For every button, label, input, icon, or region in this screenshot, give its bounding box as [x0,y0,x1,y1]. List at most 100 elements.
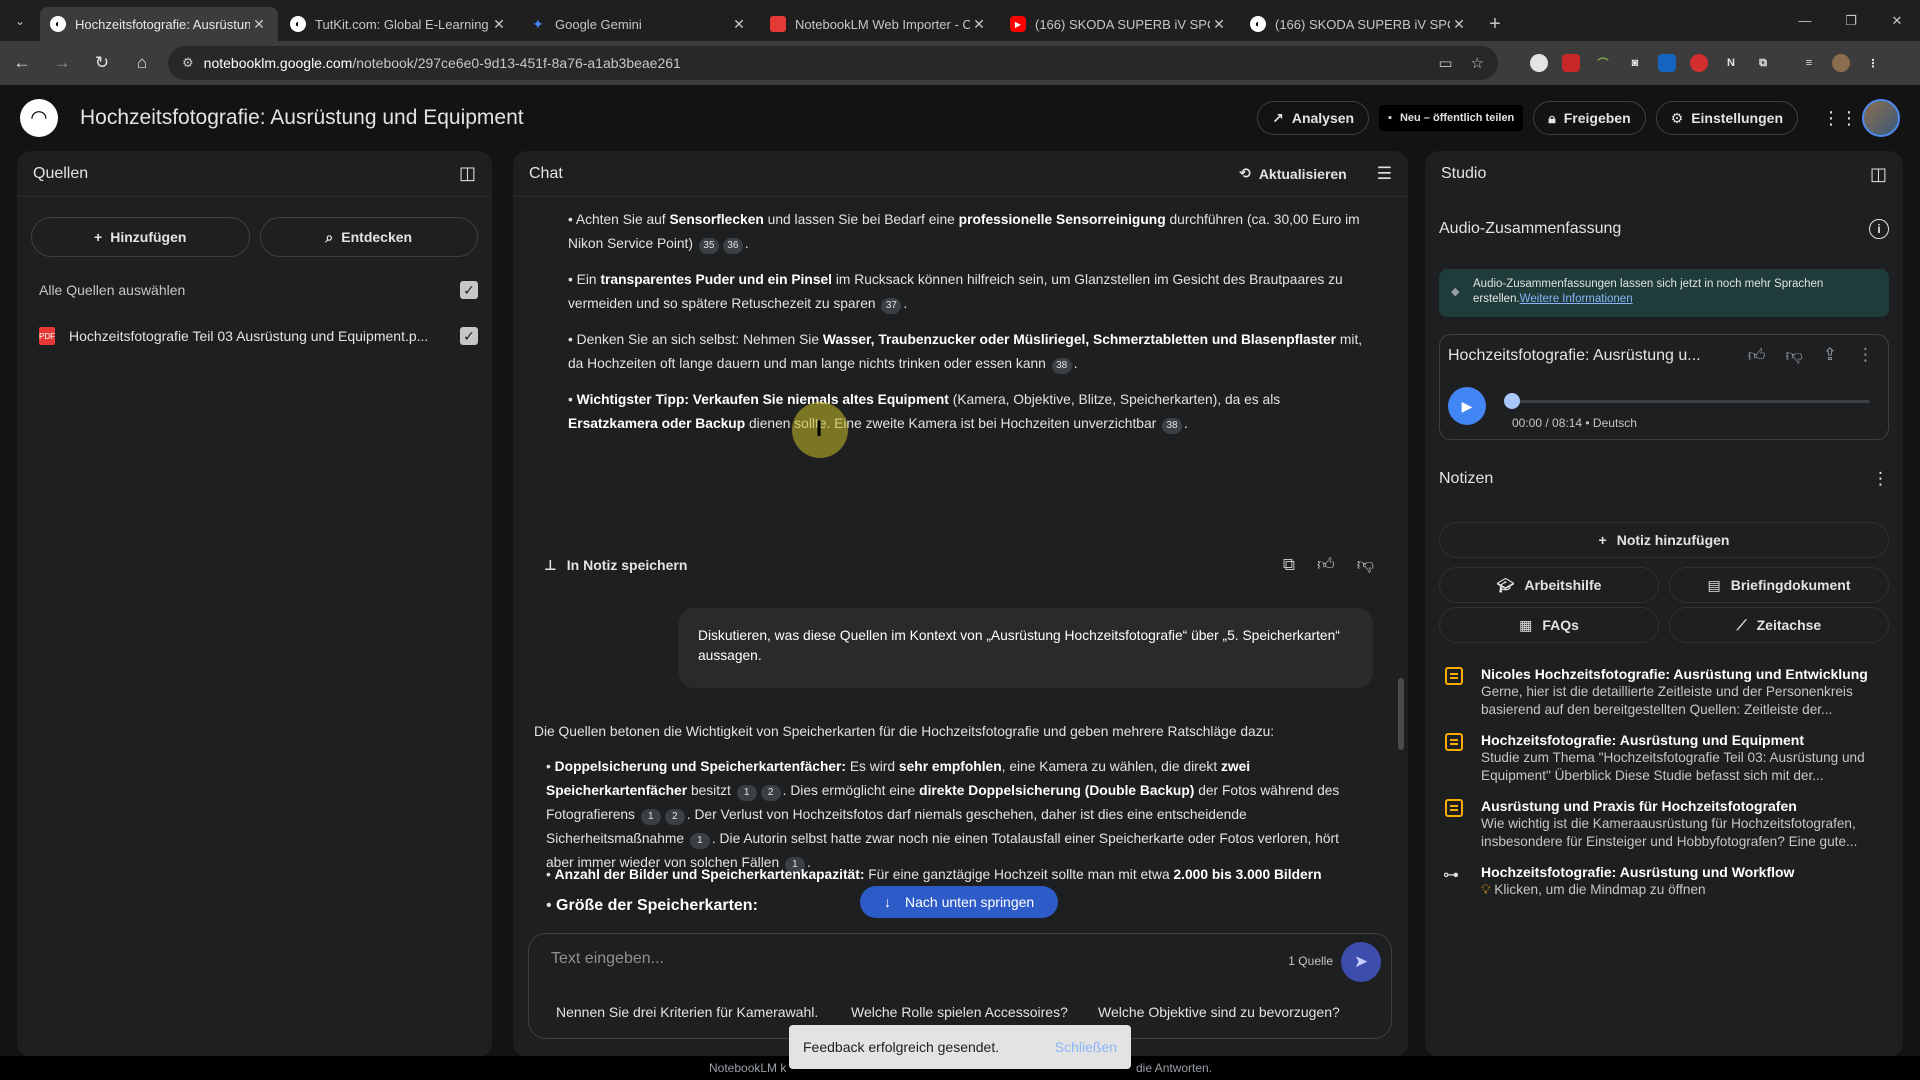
close-tab-icon[interactable]: ✕ [1450,16,1468,33]
more-options-icon[interactable]: ⋮ [1857,345,1874,366]
discover-button[interactable]: ⌕ Entdecken [259,217,478,257]
chat-settings-icon[interactable]: ☰ [1377,164,1392,184]
back-icon[interactable]: ← [4,45,40,81]
audio-progress-track[interactable] [1510,400,1870,403]
extension-icon[interactable]: ⌒ [1594,54,1612,72]
browser-tab[interactable]: ◐ Hochzeitsfotografie: Ausrüstung ✕ [40,7,278,41]
browser-menu-icon[interactable]: ⋮ [1864,54,1882,72]
suggestion-chip[interactable]: Nennen Sie drei Kriterien für Kamerawahl… [556,1004,818,1020]
camera-extension-icon[interactable]: ◙ [1626,54,1644,72]
refresh-button[interactable]: ⟲ Aktualisieren [1239,165,1347,182]
note-item[interactable]: Nicoles Hochzeitsfotografie: Ausrüstung … [1439,665,1889,719]
citation[interactable]: 35 [698,238,719,254]
browser-tab[interactable]: NotebookLM Web Importer - C ✕ [760,7,998,41]
home-icon[interactable]: ⌂ [124,45,160,81]
close-tab-icon[interactable]: ✕ [1210,16,1228,33]
close-window-icon[interactable]: ✕ [1874,0,1920,41]
minimize-icon[interactable]: — [1782,0,1828,41]
address-bar[interactable]: ⚙ notebooklm.google.com /notebook/297ce6… [168,46,1498,80]
citation[interactable]: 36 [722,238,743,254]
collapse-panel-icon[interactable]: ◫ [459,163,476,184]
source-item[interactable]: PDF Hochzeitsfotografie Teil 03 Ausrüstu… [17,313,492,359]
select-all-row[interactable]: Alle Quellen auswählen ✓ [17,267,492,313]
citation[interactable]: 2 [760,785,781,801]
note-item[interactable]: Ausrüstung und Praxis für Hochzeitsfotog… [1439,797,1889,851]
notebook-title[interactable]: Hochzeitsfotografie: Ausrüstung und Equi… [80,106,524,130]
settings-button[interactable]: ⚙ Einstellungen [1655,101,1798,135]
note-item[interactable]: ⊶ Hochzeitsfotografie: Ausrüstung und Wo… [1439,863,1889,899]
chat-input[interactable]: Text eingeben... [551,950,664,968]
add-note-button[interactable]: + Notiz hinzufügen [1439,522,1889,558]
notion-extension-icon[interactable]: N [1722,54,1740,72]
more-options-icon[interactable]: ⋮ [1872,469,1889,489]
send-button[interactable]: ➤ [1341,942,1381,982]
forward-icon[interactable]: → [44,45,80,81]
timeline-button[interactable]: ⟋ Zeitachse [1669,607,1889,643]
profile-avatar[interactable] [1832,54,1850,72]
audio-progress-thumb[interactable] [1504,393,1520,409]
add-source-button[interactable]: + Hinzufügen [31,217,250,257]
site-info-icon[interactable]: ⚙ [182,55,194,71]
study-guide-button[interactable]: 🎓︎ Arbeitshilfe [1439,567,1659,603]
new-tab-icon[interactable]: + [1480,7,1510,41]
citation[interactable]: 38 [1051,358,1072,374]
toast-close-button[interactable]: Schließen [1055,1039,1117,1055]
suggestion-chip[interactable]: Welche Objektive sind zu bevorzugen? [1098,1004,1340,1020]
tab-search-icon[interactable]: ⌄ [0,0,40,41]
extensions-puzzle-icon[interactable]: ⧉ [1754,54,1772,72]
copy-icon[interactable]: ⧉ [1283,553,1295,577]
share-icon[interactable]: ⇪ [1823,345,1837,366]
extension-icon[interactable] [1658,54,1676,72]
gear-icon: ⚙ [1670,109,1684,126]
share-button[interactable]: 🔒︎ Freigeben [1533,101,1646,135]
media-control-icon[interactable]: ≡ [1800,54,1818,72]
save-to-note-button[interactable]: ⊥ In Notiz speichern [534,553,697,577]
notebooklm-favicon-icon: ◐ [50,16,66,32]
select-all-checkbox[interactable]: ✓ [460,281,478,299]
thumbs-down-icon[interactable]: 👎︎ [1357,553,1374,577]
install-app-icon[interactable]: ▭ [1438,54,1452,72]
note-icon [1445,799,1463,817]
browser-tab[interactable]: ◐ (166) SKODA SUPERB iV SPORT ✕ [1240,7,1478,41]
note-item[interactable]: Hochzeitsfotografie: Ausrüstung und Equi… [1439,731,1889,785]
jump-down-button[interactable]: ↓ Nach unten springen [860,886,1059,918]
learn-more-link[interactable]: Weitere Informationen [1520,293,1633,305]
analytics-button[interactable]: ↗ Analysen [1257,101,1370,135]
apps-grid-icon[interactable]: ⋮⋮⋮ [1822,108,1876,129]
add-note-label: Notiz hinzufügen [1616,532,1730,548]
citation[interactable]: 38 [1162,418,1183,434]
citation[interactable]: 37 [881,298,902,314]
reload-icon[interactable]: ↻ [84,45,120,81]
browser-tab[interactable]: ✦ Google Gemini ✕ [520,7,758,41]
close-tab-icon[interactable]: ✕ [250,16,268,33]
faq-button[interactable]: ▦ FAQs [1439,607,1659,643]
save-note-label: In Notiz speichern [566,557,688,573]
citation[interactable]: 2 [664,809,685,825]
briefing-doc-button[interactable]: ▤ Briefingdokument [1669,567,1889,603]
close-tab-icon[interactable]: ✕ [490,16,508,33]
user-avatar[interactable] [1862,99,1900,137]
thumbs-up-icon[interactable]: 👍︎ [1748,345,1766,366]
play-button[interactable]: ▶ [1448,387,1486,425]
restore-icon[interactable]: ❐ [1828,0,1874,41]
browser-tab[interactable]: ▶ (166) SKODA SUPERB iV SPORT ✕ [1000,7,1238,41]
bookmark-star-icon[interactable]: ☆ [1471,54,1484,72]
collapse-panel-icon[interactable]: ◫ [1870,164,1887,185]
extension-icon[interactable] [1562,54,1580,72]
source-checkbox[interactable]: ✓ [460,327,478,345]
chat-scrollbar[interactable] [1398,678,1404,750]
citation[interactable]: 1 [640,809,661,825]
citation[interactable]: 1 [689,833,710,849]
close-tab-icon[interactable]: ✕ [730,16,748,33]
browser-tab[interactable]: ◐ TutKit.com: Global E-Learning F ✕ [280,7,518,41]
citation[interactable]: 1 [736,785,757,801]
extension-icon[interactable] [1530,54,1548,72]
extension-icon[interactable] [1690,54,1708,72]
info-icon[interactable]: i [1869,219,1889,239]
thumbs-up-icon[interactable]: 👍︎ [1317,553,1335,577]
share-public-button[interactable]: ▪ Neu – öffentlich teilen [1379,105,1524,131]
notebooklm-logo-icon[interactable]: ◠ [20,98,58,137]
suggestion-chip[interactable]: Welche Rolle spielen Accessoires? [851,1004,1068,1020]
thumbs-down-icon[interactable]: 👎︎ [1785,345,1802,366]
close-tab-icon[interactable]: ✕ [970,16,988,33]
